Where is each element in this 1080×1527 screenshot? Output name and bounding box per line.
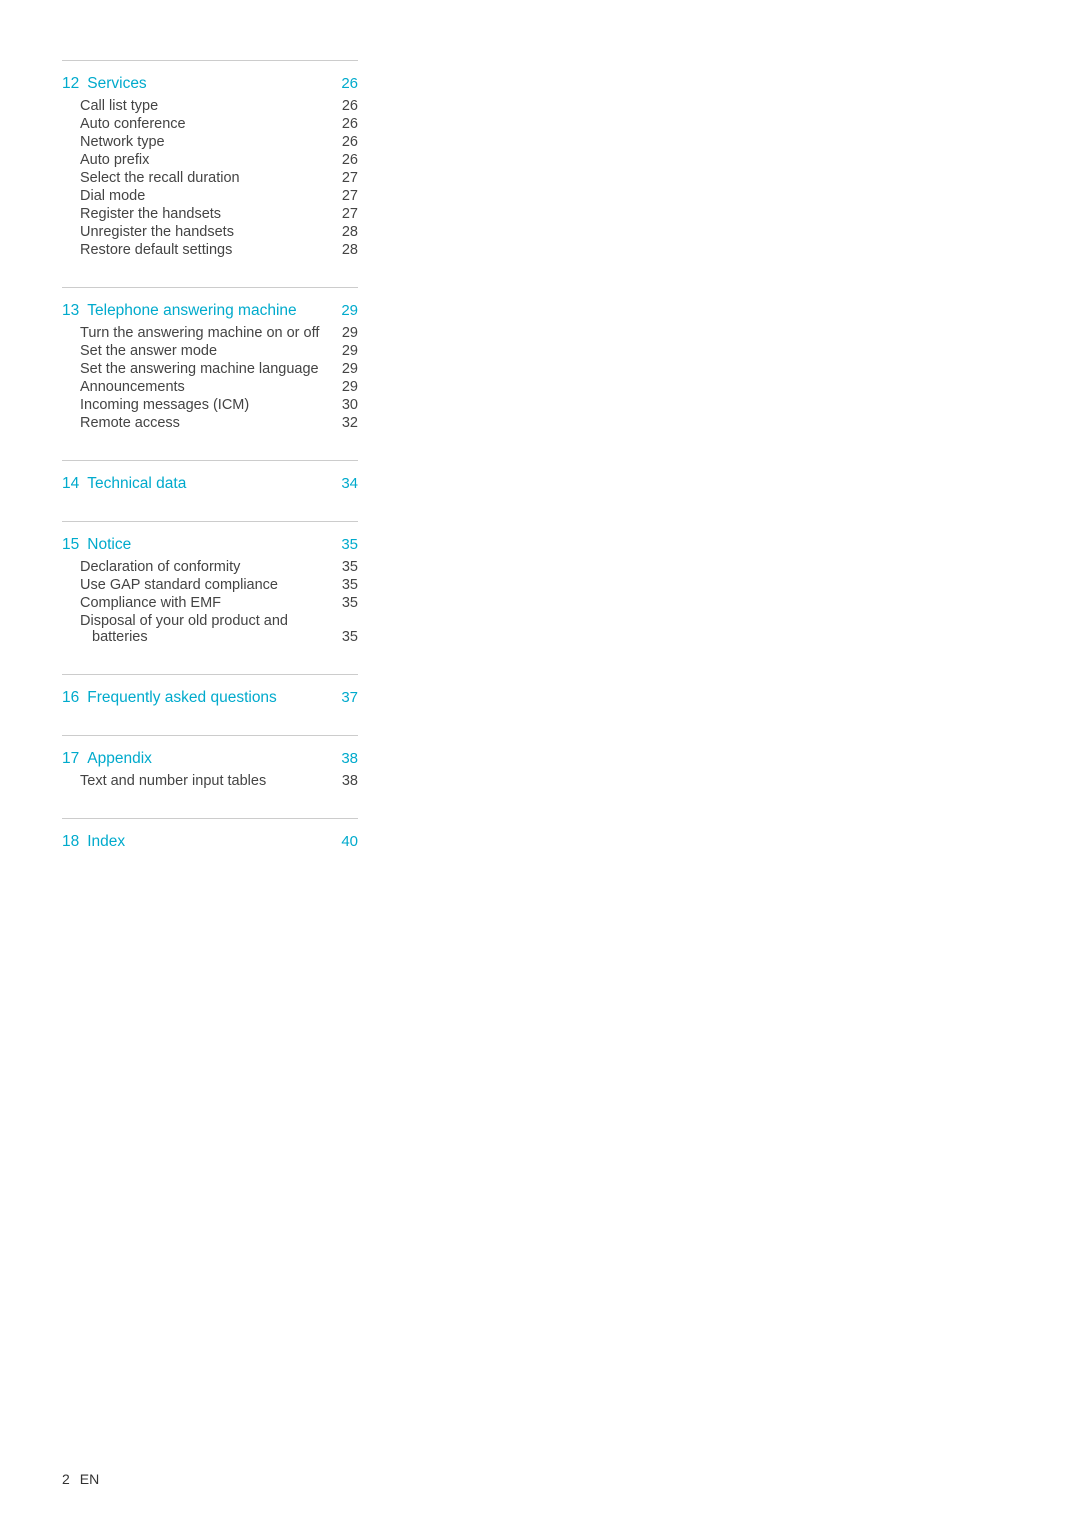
- list-item: Set the answer mode 29: [62, 342, 358, 360]
- section-header-16: 16 Frequently asked questions 37: [62, 689, 358, 707]
- section-number-13: 13: [62, 302, 79, 320]
- footer: 2 EN: [62, 1471, 99, 1487]
- divider-15: [62, 521, 358, 522]
- section-title-18: Index: [87, 833, 125, 851]
- section-title-row-13: 13 Telephone answering machine: [62, 302, 297, 320]
- section-page-12: 26: [341, 75, 358, 92]
- list-item: Turn the answering machine on or off 29: [62, 324, 358, 342]
- toc-section-17: 17 Appendix 38 Text and number input tab…: [62, 735, 358, 790]
- section-header-18: 18 Index 40: [62, 833, 358, 851]
- list-item: Restore default settings 28: [62, 241, 358, 259]
- list-item: Auto conference 26: [62, 115, 358, 133]
- section-title-row-18: 18 Index: [62, 833, 125, 851]
- divider-12: [62, 60, 358, 61]
- list-item: Compliance with EMF 35: [62, 594, 358, 612]
- list-item: Incoming messages (ICM) 30: [62, 396, 358, 414]
- section-number-12: 12: [62, 75, 79, 93]
- list-item: Unregister the handsets 28: [62, 223, 358, 241]
- section-number-14: 14: [62, 475, 79, 493]
- section-title-row-17: 17 Appendix: [62, 750, 152, 768]
- list-item: Announcements 29: [62, 378, 358, 396]
- list-item: Remote access 32: [62, 414, 358, 432]
- section-number-17: 17: [62, 750, 79, 768]
- list-item: Select the recall duration 27: [62, 169, 358, 187]
- list-item: Set the answering machine language 29: [62, 360, 358, 378]
- section-header-13: 13 Telephone answering machine 29: [62, 302, 358, 320]
- section-page-15: 35: [341, 536, 358, 553]
- toc-section-14: 14 Technical data 34: [62, 460, 358, 493]
- toc-section-15: 15 Notice 35 Declaration of conformity 3…: [62, 521, 358, 646]
- page-container: 12 Services 26 Call list type 26 Auto co…: [0, 0, 420, 959]
- section-title-row-16: 16 Frequently asked questions: [62, 689, 277, 707]
- divider-16: [62, 674, 358, 675]
- section-page-14: 34: [341, 475, 358, 492]
- section-header-15: 15 Notice 35: [62, 536, 358, 554]
- section-number-15: 15: [62, 536, 79, 554]
- section-page-13: 29: [341, 302, 358, 319]
- section-title-13: Telephone answering machine: [87, 302, 296, 320]
- section-number-16: 16: [62, 689, 79, 707]
- section-title-14: Technical data: [87, 475, 186, 493]
- divider-13: [62, 287, 358, 288]
- list-item: Call list type 26: [62, 97, 358, 115]
- divider-14: [62, 460, 358, 461]
- list-item: Use GAP standard compliance 35: [62, 576, 358, 594]
- toc-section-16: 16 Frequently asked questions 37: [62, 674, 358, 707]
- divider-17: [62, 735, 358, 736]
- section-page-16: 37: [341, 689, 358, 706]
- section-header-14: 14 Technical data 34: [62, 475, 358, 493]
- section-number-18: 18: [62, 833, 79, 851]
- list-item: Network type 26: [62, 133, 358, 151]
- list-item: Declaration of conformity 35: [62, 558, 358, 576]
- toc-section-13: 13 Telephone answering machine 29 Turn t…: [62, 287, 358, 432]
- section-page-17: 38: [341, 750, 358, 767]
- section-title-15: Notice: [87, 536, 131, 554]
- section-header-17: 17 Appendix 38: [62, 750, 358, 768]
- section-page-18: 40: [341, 833, 358, 850]
- divider-18: [62, 818, 358, 819]
- section-title-17: Appendix: [87, 750, 152, 768]
- section-header-12: 12 Services 26: [62, 75, 358, 93]
- footer-language: EN: [80, 1471, 99, 1487]
- toc-section-18: 18 Index 40: [62, 818, 358, 851]
- section-title-row-12: 12 Services: [62, 75, 147, 93]
- list-item: Disposal of your old product and batteri…: [62, 612, 358, 646]
- list-item: Register the handsets 27: [62, 205, 358, 223]
- list-item: Text and number input tables 38: [62, 772, 358, 790]
- footer-page-number: 2: [62, 1471, 70, 1487]
- section-title-row-15: 15 Notice: [62, 536, 131, 554]
- toc-section-12: 12 Services 26 Call list type 26 Auto co…: [62, 60, 358, 259]
- section-title-16: Frequently asked questions: [87, 689, 277, 707]
- section-title-row-14: 14 Technical data: [62, 475, 186, 493]
- list-item: Auto prefix 26: [62, 151, 358, 169]
- list-item: Dial mode 27: [62, 187, 358, 205]
- section-title-12: Services: [87, 75, 146, 93]
